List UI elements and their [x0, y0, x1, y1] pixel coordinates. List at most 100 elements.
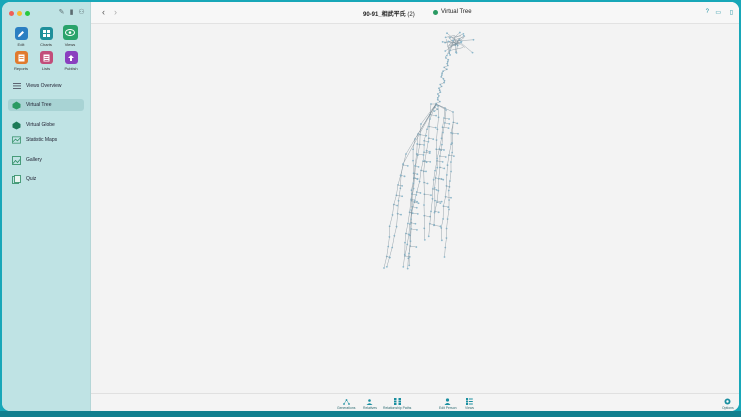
- bookmark-icon[interactable]: ▮: [68, 9, 75, 16]
- tree-node[interactable]: [408, 264, 411, 267]
- tree-node[interactable]: [428, 152, 431, 155]
- tree-node[interactable]: [413, 199, 416, 202]
- minimize-window-button[interactable]: [17, 11, 22, 16]
- forward-button[interactable]: ›: [114, 8, 117, 17]
- tree-node[interactable]: [439, 225, 442, 228]
- tree-node[interactable]: [456, 122, 459, 125]
- nav-gallery[interactable]: Gallery: [8, 154, 84, 166]
- tree-node[interactable]: [403, 175, 406, 178]
- tree-node[interactable]: [448, 118, 450, 120]
- tree-node[interactable]: [415, 246, 418, 248]
- tree-node[interactable]: [444, 156, 447, 158]
- tree-node[interactable]: [416, 200, 418, 203]
- tree-node[interactable]: [443, 256, 446, 258]
- tree-node[interactable]: [423, 144, 426, 146]
- close-window-button[interactable]: [9, 11, 14, 16]
- tree-node[interactable]: [408, 233, 411, 236]
- tree-node[interactable]: [442, 77, 445, 80]
- tree-node[interactable]: [432, 138, 435, 141]
- tree-node[interactable]: [425, 170, 427, 173]
- tree-node[interactable]: [415, 194, 418, 196]
- app-lists[interactable]: Lists: [35, 51, 57, 71]
- tree-node[interactable]: [442, 70, 445, 73]
- tree-node[interactable]: [447, 40, 450, 43]
- options-button[interactable]: Options: [722, 398, 734, 410]
- tree-node[interactable]: [441, 160, 444, 163]
- tree-node[interactable]: [426, 182, 429, 185]
- tree-node[interactable]: [406, 267, 409, 270]
- people-icon[interactable]: ⚇: [78, 9, 85, 16]
- tree-node[interactable]: [414, 222, 417, 225]
- relationship-paths-button[interactable]: Relationship Paths: [383, 398, 411, 410]
- sidebar-toggle-icon[interactable]: ▯: [730, 9, 733, 16]
- tree-node[interactable]: [419, 192, 422, 194]
- back-button[interactable]: ‹: [102, 8, 105, 17]
- tree-node[interactable]: [417, 165, 420, 168]
- app-publish[interactable]: Publish: [60, 51, 82, 71]
- tree-node[interactable]: [445, 68, 448, 71]
- virtual-tree-graph[interactable]: [91, 24, 739, 394]
- nav-quiz[interactable]: Quiz: [8, 173, 84, 185]
- tree-node[interactable]: [457, 132, 459, 135]
- tree-node[interactable]: [401, 185, 404, 187]
- tree-node[interactable]: [416, 228, 418, 231]
- tree-node[interactable]: [416, 178, 419, 181]
- tree-node[interactable]: [446, 32, 448, 35]
- nav-virtual-globe[interactable]: Virtual Globe: [8, 119, 84, 131]
- tree-node[interactable]: [430, 194, 432, 197]
- tree-node[interactable]: [435, 114, 437, 117]
- app-reports[interactable]: Reports: [10, 51, 32, 71]
- tree-node[interactable]: [442, 178, 445, 181]
- tree-node[interactable]: [441, 40, 444, 43]
- nav-statistic-maps[interactable]: Statistic Maps: [8, 134, 84, 146]
- tree-node[interactable]: [449, 36, 451, 39]
- tree-node[interactable]: [471, 51, 474, 54]
- app-views[interactable]: Views: [59, 25, 81, 47]
- relatives-button[interactable]: Relatives: [363, 398, 377, 410]
- tree-node[interactable]: [427, 140, 430, 143]
- tree-node[interactable]: [447, 127, 450, 130]
- tree-node[interactable]: [417, 202, 420, 205]
- app-charts[interactable]: Charts: [35, 27, 57, 47]
- nav-virtual-tree[interactable]: Virtual Tree: [8, 99, 84, 111]
- tree-node[interactable]: [460, 41, 462, 44]
- tree-node[interactable]: [435, 188, 438, 191]
- tree-node[interactable]: [425, 134, 428, 137]
- tree-node[interactable]: [462, 32, 465, 35]
- tree-node[interactable]: [458, 31, 461, 34]
- tree-node[interactable]: [452, 39, 454, 42]
- tree-node[interactable]: [449, 54, 451, 56]
- tree-node[interactable]: [415, 206, 418, 209]
- tree-node[interactable]: [429, 161, 432, 163]
- tree-node[interactable]: [401, 195, 404, 198]
- tree-node[interactable]: [455, 52, 458, 54]
- tree-node[interactable]: [416, 213, 419, 215]
- virtual-tree-canvas[interactable]: [91, 24, 739, 394]
- tree-node[interactable]: [444, 50, 447, 52]
- tree-node[interactable]: [411, 212, 414, 215]
- tree-node[interactable]: [385, 265, 388, 268]
- tree-node[interactable]: [402, 266, 405, 268]
- tree-node[interactable]: [396, 204, 399, 207]
- tree-node[interactable]: [462, 34, 465, 37]
- tree-node[interactable]: [452, 155, 455, 157]
- app-edit[interactable]: Edit: [10, 27, 32, 47]
- tree-node[interactable]: [444, 36, 447, 39]
- tree-node[interactable]: [406, 164, 409, 167]
- tree-node[interactable]: [440, 200, 443, 203]
- tree-node[interactable]: [448, 122, 451, 125]
- tree-node[interactable]: [450, 196, 452, 199]
- tree-node[interactable]: [449, 49, 452, 52]
- tree-node[interactable]: [443, 167, 446, 170]
- tree-node[interactable]: [416, 173, 419, 176]
- tree-node[interactable]: [439, 202, 442, 205]
- maximize-window-button[interactable]: [25, 11, 30, 16]
- tree-node[interactable]: [422, 154, 425, 156]
- wrench-icon[interactable]: ✎: [58, 9, 65, 16]
- window-icon[interactable]: ▭: [715, 9, 721, 16]
- help-icon[interactable]: ?: [706, 9, 709, 15]
- tree-node[interactable]: [427, 235, 430, 238]
- views-button[interactable]: Views: [465, 398, 474, 410]
- generations-button[interactable]: Generations: [337, 398, 355, 410]
- tree-node[interactable]: [425, 161, 428, 164]
